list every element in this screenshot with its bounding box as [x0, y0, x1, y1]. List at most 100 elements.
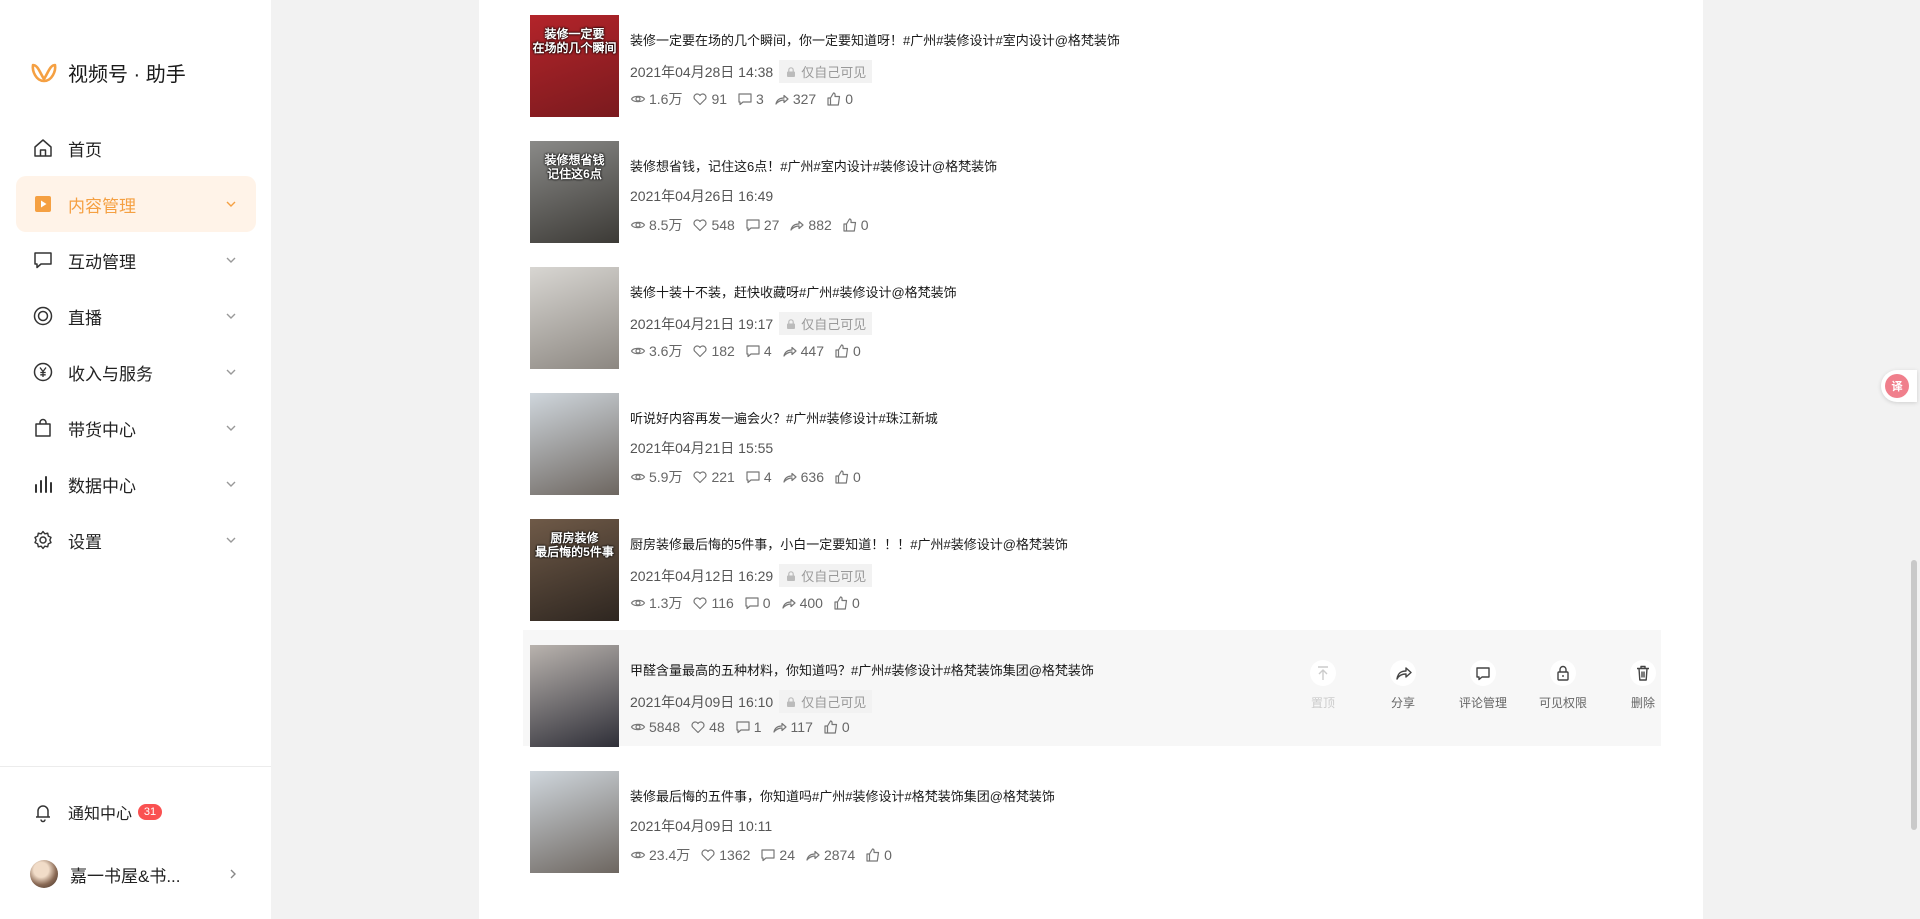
- notification-center[interactable]: 通知中心 31: [32, 800, 163, 824]
- post-row[interactable]: 听说好内容再发一遍会火？#广州#装修设计#珠江新城 2021年04月21日 15:…: [523, 378, 1661, 495]
- thumbs-stat: 0: [865, 847, 892, 863]
- post-title[interactable]: 装修一定要在场的几个瞬间，你一定要知道呀！#广州#装修设计#室内设计@格梵装饰: [630, 30, 1120, 49]
- video-thumbnail[interactable]: [530, 267, 619, 369]
- post-row[interactable]: 装修一定要 在场的几个瞬间 装修一定要在场的几个瞬间，你一定要知道呀！#广州#装修设…: [523, 0, 1661, 117]
- comments-count: 1: [753, 719, 762, 735]
- bell-icon: [36, 805, 50, 823]
- sidebar-item-5[interactable]: 带货中心: [16, 400, 256, 456]
- comment-manage-action[interactable]: 评论管理: [1443, 660, 1523, 711]
- views-count: 1.3万: [649, 595, 683, 611]
- trash-action[interactable]: 删除: [1603, 660, 1683, 711]
- pin-top-action: 置顶: [1283, 660, 1363, 711]
- thumbs-count: 0: [841, 719, 850, 735]
- profile-name: 嘉一书屋&书...: [70, 866, 181, 886]
- thumbs-stat: 0: [826, 91, 853, 107]
- post-title[interactable]: 装修最后悔的五件事，你知道吗#广州#装修设计#格梵装饰集团@格梵装饰: [630, 786, 1055, 805]
- post-row[interactable]: 厨房装修 最后悔的5件事 厨房装修最后悔的5件事，小白一定要知道！！！#广州#装修设…: [523, 504, 1661, 621]
- post-title[interactable]: 甲醛含量最高的五种材料，你知道吗？#广州#装修设计#格梵装饰集团@格梵装饰: [630, 660, 1094, 679]
- shares-count: 2874: [823, 847, 856, 863]
- sidebar: 视频号 · 助手 首页 内容管理互动管理直播 收入与服务 带货中心 数据中心 设置 通知中…: [0, 0, 271, 919]
- comments-count: 3: [756, 91, 764, 107]
- post-title[interactable]: 装修十装十不装，赶快收藏呀#广州#装修设计@格梵装饰: [630, 282, 957, 301]
- post-title[interactable]: 听说好内容再发一遍会火？#广州#装修设计#珠江新城: [630, 408, 938, 427]
- action-label: 分享: [1390, 696, 1415, 710]
- visibility-label: 仅自己可见: [801, 569, 867, 584]
- post-meta: 2021年04月21日 15:55: [630, 438, 773, 458]
- sidebar-item-label: 互动管理: [68, 252, 136, 272]
- share-count-icon: [806, 850, 820, 861]
- video-thumbnail[interactable]: [530, 771, 619, 873]
- shares-count: 327: [792, 91, 817, 107]
- video-thumbnail[interactable]: 装修想省钱 记住这6点: [530, 141, 619, 243]
- comments-count: 27: [763, 217, 780, 233]
- post-row[interactable]: 装修十装十不装，赶快收藏呀#广州#装修设计@格梵装饰 2021年04月21日 19…: [523, 252, 1661, 369]
- post-stats: 5.9万 221 4 636 0: [630, 467, 871, 487]
- visibility-tag: 仅自己可见: [779, 60, 873, 83]
- translate-button[interactable]: 译: [1881, 370, 1917, 402]
- heart-icon: [691, 721, 705, 734]
- shares-stat: 882: [789, 217, 832, 233]
- visibility-label: 仅自己可见: [801, 65, 867, 80]
- lock-small-icon: [787, 570, 796, 581]
- post-stats: 8.5万 548 27 882 0: [630, 215, 879, 235]
- post-title[interactable]: 装修想省钱，记住这6点！#广州#室内设计#装修设计@格梵装饰: [630, 156, 997, 175]
- views-stat: 5.9万: [630, 467, 682, 487]
- post-title[interactable]: 厨房装修最后悔的5件事，小白一定要知道！！！#广州#装修设计@格梵装饰: [630, 534, 1068, 553]
- likes-stat: 48: [690, 719, 725, 735]
- translate-icon: 译: [1885, 374, 1909, 398]
- likes-count: 182: [711, 343, 735, 359]
- trash-icon: [1630, 660, 1656, 686]
- comments-stat: 4: [745, 343, 772, 359]
- views-stat: 1.6万: [630, 89, 682, 109]
- sidebar-item-1[interactable]: 内容管理: [16, 176, 256, 232]
- views-count: 8.5万: [649, 217, 683, 233]
- views-stat: 5848: [630, 719, 680, 735]
- thumbnail-caption: 装修想省钱 记住这6点: [544, 153, 605, 181]
- video-thumbnail[interactable]: [530, 393, 619, 495]
- lock-small-icon: [787, 66, 796, 77]
- post-date: 2021年04月09日 16:10: [630, 693, 774, 710]
- likes-count: 1362: [719, 847, 751, 863]
- comments-stat: 27: [745, 217, 780, 233]
- views-icon: [630, 473, 646, 481]
- post-row[interactable]: 甲醛含量最高的五种材料，你知道吗？#广州#装修设计#格梵装饰集团@格梵装饰 202…: [523, 630, 1661, 747]
- sidebar-item-4[interactable]: 收入与服务: [16, 344, 256, 400]
- views-count: 23.4万: [649, 847, 691, 863]
- likes-count: 48: [709, 719, 725, 735]
- content-list-panel: 装修一定要 在场的几个瞬间 装修一定要在场的几个瞬间，你一定要知道呀！#广州#装修设…: [479, 0, 1703, 919]
- views-count: 5.9万: [649, 469, 683, 485]
- views-icon: [630, 723, 646, 731]
- chevron-down-icon: [226, 537, 236, 543]
- comments-stat: 0: [744, 595, 771, 611]
- sidebar-item-6[interactable]: 数据中心: [16, 456, 256, 512]
- sidebar-item-2[interactable]: 互动管理: [16, 232, 256, 288]
- video-thumbnail[interactable]: 装修一定要 在场的几个瞬间: [530, 15, 619, 117]
- sidebar-item-3[interactable]: 直播: [16, 288, 256, 344]
- likes-count: 221: [711, 469, 735, 485]
- post-row[interactable]: 装修想省钱 记住这6点 装修想省钱，记住这6点！#广州#室内设计#装修设计@格梵装饰…: [523, 126, 1661, 243]
- comment-count-icon: [746, 345, 760, 358]
- post-date: 2021年04月28日 14:38: [630, 63, 774, 80]
- likes-stat: 116: [692, 595, 734, 611]
- comment-count-icon: [761, 849, 776, 862]
- profile-switcher[interactable]: 嘉一书屋&书...: [30, 860, 240, 888]
- scrollbar[interactable]: [1911, 560, 1917, 830]
- heart-icon: [693, 219, 708, 232]
- post-row[interactable]: 装修最后悔的五件事，你知道吗#广州#装修设计#格梵装饰集团@格梵装饰 2021年0…: [523, 756, 1661, 873]
- post-date: 2021年04月09日 10:11: [630, 818, 773, 834]
- post-meta: 2021年04月12日 16:29 仅自己可见: [630, 564, 873, 587]
- thumbs-count: 0: [852, 343, 861, 359]
- thumbs-stat: 0: [842, 217, 869, 233]
- thumbs-stat: 0: [834, 469, 861, 485]
- visibility-tag: 仅自己可见: [779, 312, 873, 335]
- video-thumbnail[interactable]: [530, 645, 619, 747]
- pin-top-icon: [1310, 660, 1336, 686]
- lock-small-icon: [787, 696, 796, 707]
- share-action[interactable]: 分享: [1363, 660, 1443, 711]
- lock-action[interactable]: 可见权限: [1523, 660, 1603, 711]
- brand[interactable]: 视频号 · 助手: [30, 58, 186, 87]
- sidebar-item-7[interactable]: 设置: [16, 512, 256, 568]
- video-thumbnail[interactable]: 厨房装修 最后悔的5件事: [530, 519, 619, 621]
- chevron-down-icon: [226, 201, 236, 207]
- sidebar-item-0[interactable]: 首页: [16, 120, 256, 176]
